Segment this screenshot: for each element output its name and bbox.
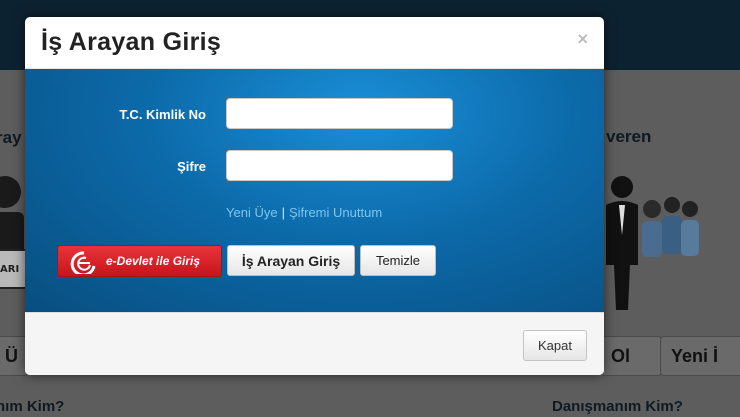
- modal-title: İş Arayan Giriş: [41, 28, 222, 56]
- background-sign-text: ARI: [0, 264, 19, 275]
- modal-header: İş Arayan Giriş ×: [25, 17, 604, 69]
- background-section-title-left: ray: [0, 128, 22, 147]
- background-tab-yeni: Yeni İ: [660, 336, 740, 376]
- background-section-title-right: veren: [606, 127, 652, 146]
- edevlet-logo-icon: [70, 251, 96, 274]
- password-label: Şifre: [177, 159, 206, 174]
- new-member-link[interactable]: Yeni Üye: [226, 205, 278, 220]
- tc-kimlik-label: T.C. Kimlik No: [119, 107, 206, 122]
- background-bottom-right-text: Danışmanım Kim?: [552, 398, 683, 415]
- job-seeker-login-button[interactable]: İş Arayan Giriş: [227, 245, 355, 276]
- close-icon[interactable]: ×: [577, 29, 588, 50]
- tc-kimlik-input[interactable]: [226, 98, 453, 129]
- edevlet-login-button[interactable]: e-Devlet ile Giriş: [57, 245, 222, 277]
- background-bottom-left-text: nım Kim?: [0, 398, 65, 415]
- forgot-password-link[interactable]: Şifremi Unuttum: [289, 205, 382, 220]
- password-input[interactable]: [226, 150, 453, 181]
- background-tab-ol: Ol: [600, 336, 662, 376]
- account-links: Yeni Üye | Şifremi Unuttum: [226, 205, 382, 220]
- link-separator: |: [281, 205, 285, 220]
- background-people-right-illustration: [606, 176, 699, 310]
- modal-footer: Kapat: [25, 312, 604, 375]
- close-button[interactable]: Kapat: [523, 330, 587, 361]
- login-modal: İş Arayan Giriş × T.C. Kimlik No Şifre Y…: [25, 17, 604, 375]
- login-form-panel: T.C. Kimlik No Şifre Yeni Üye | Şifremi Un…: [25, 69, 604, 312]
- edevlet-login-label: e-Devlet ile Giriş: [106, 254, 201, 268]
- clear-button[interactable]: Temizle: [360, 245, 436, 276]
